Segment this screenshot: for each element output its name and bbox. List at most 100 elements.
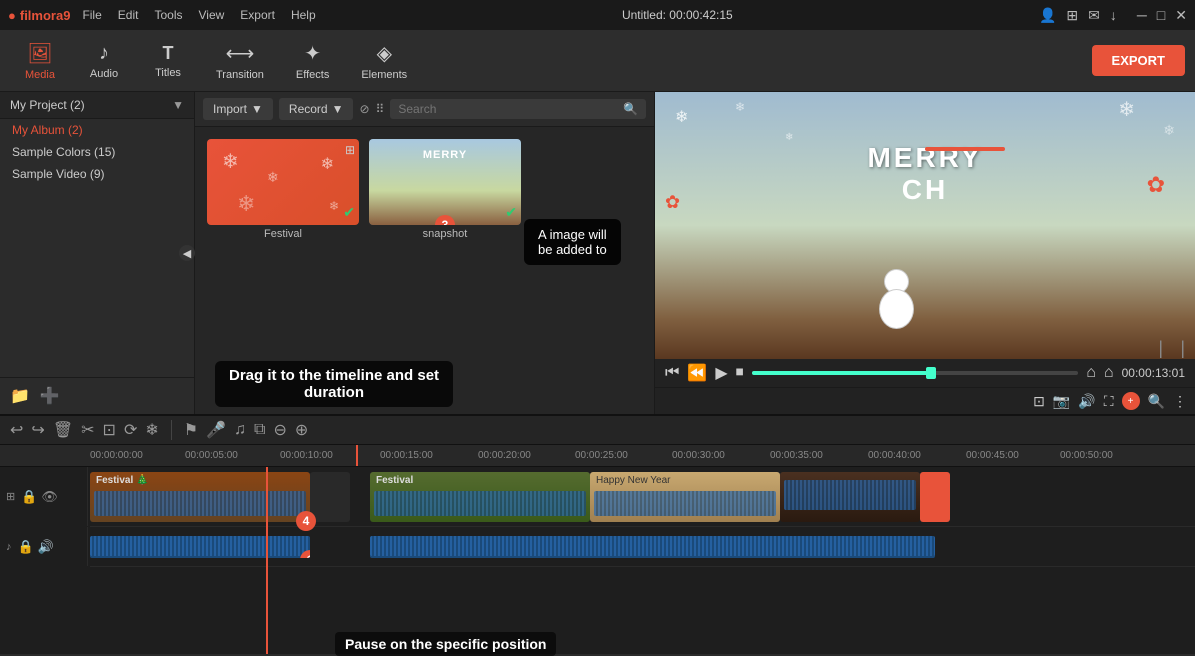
zoom-minus-button[interactable]: ⊖ — [273, 420, 286, 440]
drag-callout-text: Drag it to the timeline and setduration — [215, 361, 453, 407]
pip-button[interactable]: ⧉ — [254, 421, 265, 439]
mail-icon[interactable]: ✉ — [1088, 7, 1100, 24]
media-toolbar: Import ▼ Record ▼ ⊘ ⠿ 🔍 — [195, 92, 654, 127]
flower-deco2: ✿ — [665, 192, 680, 213]
festival-clip-2[interactable]: Festival — [370, 472, 590, 522]
sample-video-item[interactable]: Sample Video (9) — [0, 163, 194, 185]
music-button[interactable]: ♫ — [234, 421, 246, 439]
minimize-icon[interactable]: ─ — [1137, 7, 1147, 23]
speed-button[interactable]: ⟳ — [124, 420, 137, 440]
sample-colors-item[interactable]: Sample Colors (15) — [0, 141, 194, 163]
zoom-plus-button[interactable]: ⊕ — [295, 420, 308, 440]
menu-tools[interactable]: Tools — [154, 8, 182, 22]
snowflake-deco5: ❄ — [329, 199, 339, 213]
festival-clip-4[interactable] — [780, 472, 920, 522]
add-folder-icon[interactable]: 📁 — [10, 386, 30, 406]
snowflake-deco: ❄ — [222, 149, 239, 174]
undo-button[interactable]: ↩ — [10, 420, 23, 440]
mic-button[interactable]: 🎤 — [206, 420, 226, 440]
loop-end-icon[interactable]: ⌂ — [1104, 364, 1114, 382]
audio-clip-2[interactable] — [370, 536, 935, 558]
album-item[interactable]: My Album (2) — [0, 119, 194, 141]
filter-icon[interactable]: ⊘ — [359, 102, 369, 116]
more-options-icon[interactable]: ⋮ — [1173, 393, 1187, 410]
preview-right-toolbar: ⊡ 📷 🔊 ⛶ + 🔍 ⋮ — [655, 387, 1195, 414]
media-card-festival[interactable]: ⊞ ❄ ❄ ❄ ❄ ❄ ✔ Festival — [207, 139, 359, 240]
volume-icon[interactable]: 🔊 — [1078, 393, 1095, 410]
search-input[interactable] — [398, 102, 619, 116]
audio-vol-icon[interactable]: 🔊 — [38, 539, 54, 555]
loop-start-marker: | — [1158, 338, 1163, 359]
crop-button[interactable]: ⊡ — [103, 420, 116, 440]
toolbar-divider — [171, 420, 172, 440]
play-button[interactable]: ▶ — [715, 363, 727, 383]
ruler-50: 00:00:50:00 — [1060, 450, 1113, 461]
project-expand-icon[interactable]: ▼ — [172, 98, 184, 112]
add-marker-icon[interactable]: + — [1122, 392, 1140, 410]
toolbar-effects[interactable]: ✦ Effects — [282, 35, 343, 87]
festival-label: Festival — [207, 228, 359, 240]
preview-panel: ❄ ❄ ❄ ❄ ❄ MERRY CH ✿ ✿ — [655, 92, 1195, 414]
flag-button[interactable]: ⚑ — [184, 420, 198, 440]
toolbar-titles[interactable]: T Titles — [138, 37, 198, 85]
menu-edit[interactable]: Edit — [118, 8, 139, 22]
menu-view[interactable]: View — [198, 8, 224, 22]
merry-overlay: MERRY — [423, 149, 467, 161]
eye-icon[interactable]: 👁 — [41, 489, 58, 505]
timeline-ruler: 00:00:00:00 00:00:05:00 00:00:10:00 00:0… — [0, 445, 1195, 467]
search-icon[interactable]: 🔍 — [623, 102, 638, 116]
record-button[interactable]: Record ▼ — [279, 98, 354, 120]
video-track-grid-icon: ⊞ — [6, 490, 15, 503]
audio-clip-1[interactable]: 1 — [90, 536, 310, 558]
annotation-1: 1 — [300, 550, 310, 558]
go-start-button[interactable]: ⏮ — [665, 364, 679, 382]
progress-bar[interactable] — [752, 371, 1079, 375]
redo-button[interactable]: ↪ — [31, 420, 44, 440]
snowflake-deco2: ❄ — [267, 169, 279, 186]
menu-file[interactable]: File — [82, 8, 101, 22]
fit-screen-icon[interactable]: ⊡ — [1033, 393, 1045, 410]
grid-icon[interactable]: ⊞ — [1066, 7, 1078, 24]
stop-button[interactable]: ⏹ — [736, 364, 744, 382]
grid-view-icon[interactable]: ⠿ — [376, 102, 385, 116]
audio-lock-icon[interactable]: 🔒 — [18, 539, 34, 555]
zoom-out-icon[interactable]: 🔍 — [1148, 393, 1165, 410]
effects-icon: ✦ — [304, 41, 321, 66]
maximize-icon[interactable]: □ — [1157, 7, 1165, 23]
video-track-icons: 🔒 👁 — [21, 489, 58, 505]
festival-clip-1[interactable]: Festival 🎄 — [90, 472, 310, 522]
snapshot-thumbnail: ⊞ MERRY 3 ✔ — [369, 139, 521, 225]
pause-callout: Pause on the specific position — [335, 636, 556, 652]
playhead[interactable] — [266, 467, 268, 654]
collapse-panel-arrow[interactable]: ◀ — [179, 245, 195, 261]
toolbar-transition[interactable]: ⟷ Transition — [202, 35, 278, 87]
toolbar-audio[interactable]: ♪ Audio — [74, 36, 134, 86]
import-button[interactable]: Import ▼ — [203, 98, 273, 120]
snapshot-icon[interactable]: 📷 — [1053, 393, 1070, 410]
export-button[interactable]: EXPORT — [1092, 45, 1185, 76]
tooltip-line2: be added to — [538, 242, 607, 257]
flower-deco: ✿ — [1147, 172, 1165, 198]
toolbar-media[interactable]: 🖼 Media — [10, 35, 70, 87]
media-card-snapshot[interactable]: ⊞ MERRY 3 ✔ snapshot A image will be add… — [369, 139, 521, 240]
delete-button[interactable]: 🗑 — [53, 420, 73, 440]
audio-icon: ♪ — [99, 42, 109, 65]
festival-clip-5[interactable] — [920, 472, 950, 522]
lock-icon[interactable]: 🔒 — [21, 489, 37, 505]
toolbar-elements[interactable]: ◈ Elements — [347, 35, 421, 87]
cut-button[interactable]: ✂ — [81, 420, 94, 440]
festival-clip-3[interactable]: Happy New Year — [590, 472, 780, 522]
toolbar-effects-label: Effects — [296, 69, 329, 81]
step-back-button[interactable]: ⏪ — [687, 363, 707, 383]
fullscreen-icon[interactable]: ⛶ — [1104, 393, 1114, 410]
close-icon[interactable]: ✕ — [1175, 7, 1187, 24]
loop-start-icon[interactable]: ⌂ — [1086, 364, 1096, 382]
time-display: 00:00:13:01 — [1122, 366, 1185, 380]
add-media-icon[interactable]: ➕ — [40, 386, 60, 406]
freeze-button[interactable]: ❄ — [145, 420, 158, 440]
audio-wave2 — [370, 536, 935, 556]
menu-help[interactable]: Help — [291, 8, 316, 22]
download-icon[interactable]: ↓ — [1110, 7, 1117, 23]
user-icon[interactable]: 👤 — [1039, 7, 1056, 24]
menu-export[interactable]: Export — [240, 8, 275, 22]
